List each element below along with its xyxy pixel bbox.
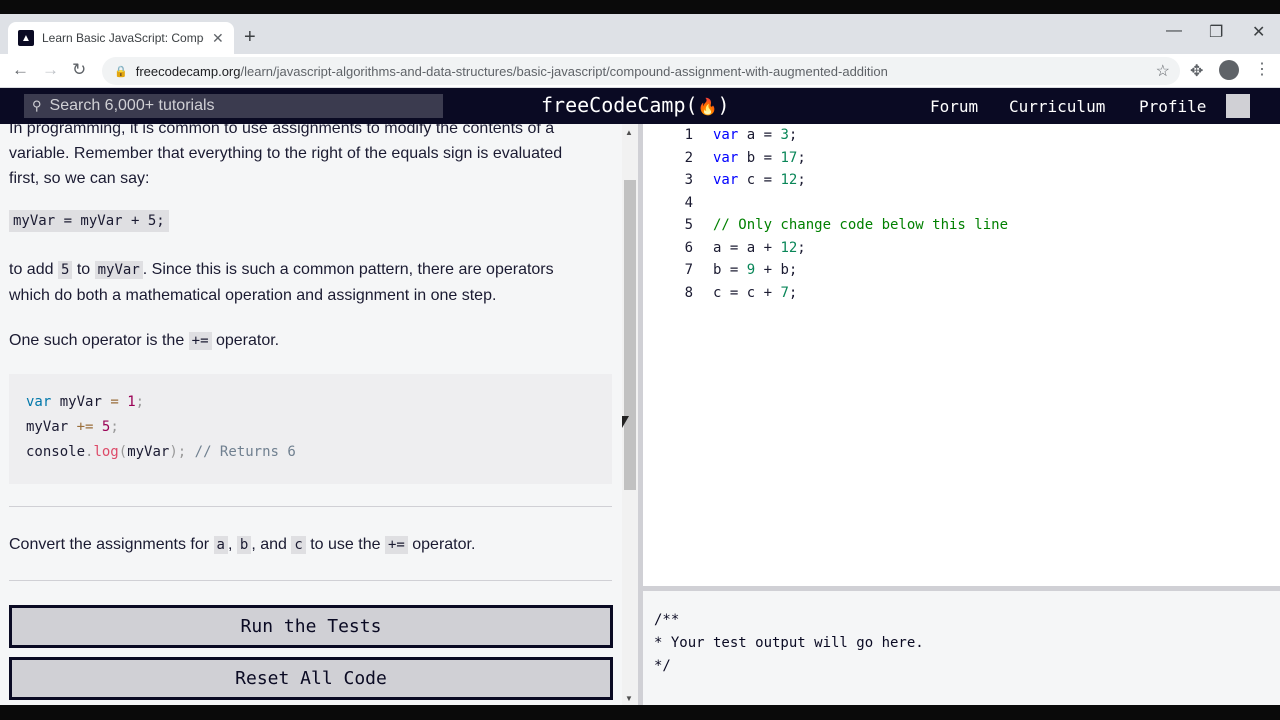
- nav-curriculum[interactable]: Curriculum: [1009, 97, 1105, 116]
- instructions-pane: In programming, it is common to use assi…: [0, 124, 622, 705]
- url-text: freecodecamp.org/learn/javascript-algori…: [136, 64, 888, 79]
- restore-icon[interactable]: ❐: [1209, 22, 1223, 42]
- back-icon[interactable]: ←: [12, 59, 29, 81]
- example-code-inline: myVar = myVar + 5;: [9, 210, 169, 232]
- code-b: b: [236, 536, 252, 554]
- code-plus-equals: +=: [188, 332, 212, 350]
- line-number: 7: [684, 262, 693, 278]
- flame-icon: 🔥: [697, 97, 718, 116]
- scrollbar-thumb[interactable]: [624, 180, 636, 490]
- code-plus-equals-2: +=: [384, 536, 408, 554]
- line-number: 3: [684, 172, 693, 188]
- task-end: operator.: [407, 536, 476, 553]
- bookmark-star-icon[interactable]: ☆: [1156, 61, 1170, 81]
- intro-paragraph: In programming, it is common to use assi…: [9, 124, 562, 191]
- test-output-panel: /** * Your test output will go here. */: [643, 591, 1280, 705]
- code-line-2: myVar += 5;: [26, 419, 119, 435]
- address-bar[interactable]: 🔒 freecodecamp.org/learn/javascript-algo…: [102, 57, 1180, 85]
- editor-comment-line[interactable]: // Only change code below this line: [713, 217, 1008, 233]
- os-bottom-bar: [0, 705, 1280, 720]
- line-number: 6: [684, 240, 693, 256]
- extensions-icon[interactable]: ✥: [1190, 61, 1203, 81]
- browser-menu-icon[interactable]: ⋮: [1254, 59, 1270, 79]
- line-number: 5: [684, 217, 693, 233]
- browser-toolbar: ← → ↻ 🔒 freecodecamp.org/learn/javascrip…: [0, 54, 1280, 88]
- paragraph-3: One such operator is the += operator.: [9, 328, 279, 354]
- nav-forum[interactable]: Forum: [930, 97, 978, 116]
- minimize-icon[interactable]: —: [1166, 22, 1182, 40]
- tab-strip: ▲ Learn Basic JavaScript: Compoun ✕ + — …: [0, 14, 1280, 54]
- code-line-3: console.log(myVar); // Returns 6: [26, 444, 296, 460]
- nav-profile[interactable]: Profile: [1139, 97, 1206, 116]
- run-tests-button[interactable]: Run the Tests: [9, 605, 613, 648]
- code-editor[interactable]: 1 var a = 3; 2 var b = 17; 3 var c = 12;…: [643, 124, 1280, 586]
- intro-line-2: variable. Remember that everything to th…: [9, 145, 563, 162]
- browser-tab[interactable]: ▲ Learn Basic JavaScript: Compoun ✕: [8, 22, 234, 54]
- p3-text-b: operator.: [211, 332, 280, 349]
- divider-line: [9, 506, 612, 507]
- scroll-down-icon[interactable]: ▼: [625, 694, 633, 703]
- p2-text-c: . Since this is such a common pattern, t…: [142, 261, 554, 278]
- reload-icon[interactable]: ↻: [72, 59, 86, 81]
- scroll-up-icon[interactable]: ▲: [625, 128, 633, 137]
- fcc-logo[interactable]: freeCodeCamp(🔥): [541, 93, 730, 117]
- close-tab-icon[interactable]: ✕: [212, 30, 224, 47]
- intro-line-1: In programming, it is common to use assi…: [9, 124, 555, 137]
- line-number: 8: [684, 285, 693, 301]
- p3-text-a: One such operator is the: [9, 332, 189, 349]
- avatar[interactable]: [1226, 94, 1250, 118]
- tab-title: Learn Basic JavaScript: Compoun: [42, 31, 204, 45]
- divider-line: [9, 580, 612, 581]
- lock-icon[interactable]: 🔒: [114, 65, 128, 78]
- editor-line[interactable]: var a = 3;: [713, 127, 797, 143]
- new-tab-button[interactable]: +: [244, 26, 256, 48]
- line-number: 2: [684, 150, 693, 166]
- task-paragraph: Convert the assignments for a, b, and c …: [9, 532, 475, 558]
- forward-icon[interactable]: →: [42, 59, 59, 81]
- editor-line[interactable]: b = 9 + b;: [713, 262, 797, 278]
- search-placeholder: Search 6,000+ tutorials: [49, 97, 215, 114]
- line-number: 4: [684, 195, 693, 211]
- editor-line[interactable]: var c = 12;: [713, 172, 806, 188]
- code-a: a: [213, 536, 228, 554]
- intro-line-3: first, so we can say:: [9, 170, 150, 187]
- url-path: /learn/javascript-algorithms-and-data-st…: [240, 63, 888, 79]
- editor-line[interactable]: a = a + 12;: [713, 240, 806, 256]
- os-top-bar: [0, 0, 1280, 14]
- task-sep-2: , and: [251, 536, 292, 553]
- p2-text-b: to: [72, 261, 95, 278]
- code-line-1: var myVar = 1;: [26, 394, 145, 410]
- task-text-a: Convert the assignments for: [9, 536, 214, 553]
- line-number: 1: [684, 127, 693, 143]
- url-host: freecodecamp.org: [135, 63, 241, 79]
- code-c: c: [291, 536, 306, 554]
- mouse-cursor-icon: [622, 416, 629, 428]
- example-code-block: var myVar = 1; myVar += 5; console.log(m…: [9, 374, 612, 484]
- fcc-header: ⚲ Search 6,000+ tutorials freeCodeCamp(🔥…: [0, 88, 1280, 124]
- search-input[interactable]: ⚲ Search 6,000+ tutorials: [24, 94, 443, 118]
- code-myvar: myVar: [94, 261, 143, 279]
- fcc-favicon-icon: ▲: [18, 30, 34, 46]
- paragraph-2: to add 5 to myVar. Since this is such a …: [9, 257, 554, 308]
- reset-code-button[interactable]: Reset All Code: [9, 657, 613, 700]
- window-close-icon[interactable]: ✕: [1252, 22, 1265, 42]
- p2-line-2: which do both a mathematical operation a…: [9, 287, 497, 304]
- task-sep-1: ,: [227, 536, 237, 553]
- account-icon[interactable]: [1219, 60, 1239, 80]
- instructions-scrollbar[interactable]: ▲ ▼: [622, 124, 638, 705]
- p2-text-a: to add: [9, 261, 58, 278]
- code-5: 5: [57, 261, 73, 279]
- editor-line[interactable]: var b = 17;: [713, 150, 806, 166]
- search-icon: ⚲: [32, 98, 42, 113]
- editor-line[interactable]: c = c + 7;: [713, 285, 797, 301]
- task-text-b: to use the: [305, 536, 385, 553]
